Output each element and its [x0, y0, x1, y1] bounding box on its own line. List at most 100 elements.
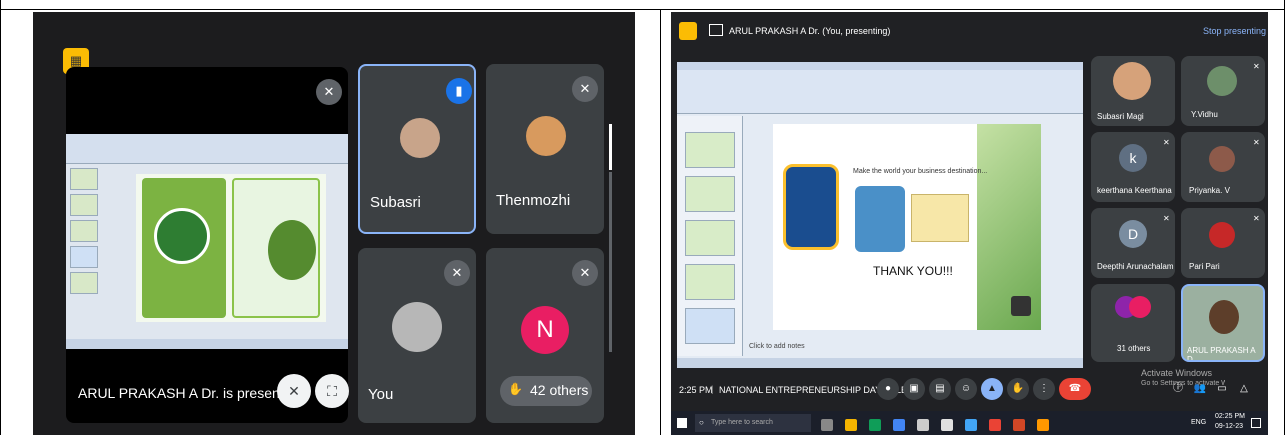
more-options-button[interactable]: ⋮ [1033, 378, 1055, 400]
participant-tile[interactable]: ✕ D Deepthi Arunachalam [1091, 208, 1175, 278]
app-icon[interactable] [965, 419, 977, 431]
raise-hand-button[interactable]: ✋ [1007, 378, 1029, 400]
end-call-button[interactable]: ☎ [1059, 378, 1091, 400]
participant-tile[interactable]: Subasri Magi [1091, 56, 1175, 126]
participant-tile[interactable]: ✕ Priyanka. V [1181, 132, 1265, 202]
app-icon[interactable] [1037, 419, 1049, 431]
participant-name: Pari Pari [1189, 262, 1220, 271]
participant-name: Priyanka. V [1189, 186, 1230, 195]
tray-clock-date: 09-12-23 [1215, 423, 1244, 430]
participant-name: You [368, 386, 394, 403]
table-divider [660, 9, 661, 435]
meeting-separator: | [711, 384, 714, 394]
others-tile[interactable]: ✕ N ✋ 42 others [486, 248, 604, 423]
right-meet-screenshot: ARUL PRAKASH A Dr. (You, presenting) Sto… [671, 12, 1268, 435]
activities-icon[interactable]: △ [1233, 378, 1255, 400]
shared-screen: Make the world your business destination… [677, 62, 1083, 368]
slide-thumb [70, 246, 98, 268]
slide-thumb [685, 176, 735, 212]
participant-photo [1209, 146, 1235, 172]
taskbar-search[interactable]: ○ Type here to search [695, 414, 811, 432]
participant-tile[interactable]: ▮ Subasri [358, 64, 476, 234]
mic-off-icon: ✕ [1253, 214, 1260, 223]
windows-taskbar: ○ Type here to search ENG 02:25 PM 09-12… [671, 411, 1268, 435]
task-view-icon[interactable] [821, 419, 833, 431]
presenting-banner: ARUL PRAKASH A Dr. (You, presenting) [729, 26, 891, 36]
mic-off-icon: ✕ [444, 260, 470, 286]
participant-photo [1207, 66, 1237, 96]
ppt-ribbon [66, 134, 348, 164]
mic-off-icon: ✕ [1253, 62, 1260, 71]
participant-tile-self[interactable]: ARUL PRAKASH A D [1181, 284, 1265, 362]
participant-tile-self[interactable]: ✕ You [358, 248, 476, 423]
chat-icon[interactable]: ▭ [1211, 378, 1233, 400]
participant-photo [1209, 222, 1235, 248]
participant-photo [1209, 300, 1239, 334]
college-logo [783, 164, 839, 250]
emoji-button[interactable]: ☺ [955, 378, 977, 400]
tile-scrollbar-track [609, 172, 612, 352]
slide-thumb [70, 168, 98, 190]
participant-photo [526, 116, 566, 156]
mic-button[interactable]: ● [877, 378, 899, 400]
slide-thumb [685, 132, 735, 168]
slide-thumb [685, 264, 735, 300]
ppt-ribbon [677, 70, 1083, 114]
powerpoint-icon[interactable] [1013, 419, 1025, 431]
slide-thanks: THANK YOU!!! [873, 264, 953, 278]
slide-flyer-left [142, 178, 226, 318]
tile-scrollbar[interactable] [609, 124, 612, 170]
participant-avatar: k [1119, 144, 1147, 172]
mic-off-icon: ✕ [1253, 138, 1260, 147]
notes-pane[interactable]: Click to add notes [749, 343, 805, 350]
notification-icon[interactable] [1251, 418, 1261, 428]
participant-avatar: D [1119, 220, 1147, 248]
slide-footer-logo [1011, 296, 1031, 316]
participant-avatar: N [521, 306, 569, 354]
ppt-statusbar [677, 358, 1083, 368]
participant-tile[interactable]: ✕ Y.Vidhu [1181, 56, 1265, 126]
participant-tile[interactable]: ✕ k keerthana Keerthana [1091, 132, 1175, 202]
slide-quote-box [911, 194, 969, 242]
participant-tile[interactable]: ✕ Thenmozhi [486, 64, 604, 234]
presenter-label: ARUL PRAKASH A Dr. is presenting [78, 385, 303, 401]
camera-button[interactable]: ▣ [903, 378, 925, 400]
edge-icon[interactable] [869, 419, 881, 431]
activate-windows-line1: Activate Windows [1141, 368, 1213, 378]
left-meet-screenshot: ▦ ✕ ARUL PRAKASH A Dr. is presenting ✕ ⛶ [33, 12, 635, 435]
others-count: 31 others [1117, 344, 1151, 353]
slide-thumb [70, 272, 98, 294]
windows-start-icon[interactable] [677, 418, 687, 428]
mic-off-icon: ✕ [572, 260, 598, 286]
chrome-icon[interactable] [989, 419, 1001, 431]
presentation-tile[interactable]: ✕ ARUL PRAKASH A Dr. is presenting [66, 67, 348, 423]
fullscreen-icon[interactable]: ⛶ [315, 374, 349, 408]
others-tile[interactable]: 31 others [1091, 284, 1175, 362]
file-explorer-icon[interactable] [845, 419, 857, 431]
participant-photo [392, 302, 442, 352]
mail-icon[interactable] [917, 419, 929, 431]
participant-name: Y.Vidhu [1191, 110, 1218, 119]
search-icon: ○ [699, 418, 704, 427]
stop-presenting-button[interactable]: Stop presenting [1203, 26, 1266, 36]
info-icon[interactable]: ⓘ [1167, 378, 1189, 400]
hand-icon: ✋ [508, 382, 523, 396]
participant-tile[interactable]: ✕ Pari Pari [1181, 208, 1265, 278]
shared-screen [66, 134, 348, 349]
flyer-photo [268, 220, 316, 280]
store-icon[interactable] [893, 419, 905, 431]
participant-name: Subasri Magi [1097, 112, 1144, 121]
others-chip[interactable]: ✋ 42 others [500, 376, 592, 406]
app-icon[interactable] [941, 419, 953, 431]
mic-off-button[interactable]: ✕ [277, 374, 311, 408]
participant-name: Subasri [370, 194, 421, 211]
captions-button[interactable]: ▤ [929, 378, 951, 400]
participant-name: Thenmozhi [496, 192, 571, 209]
people-icon[interactable]: 👥 [1189, 378, 1211, 400]
slide-globe-image [855, 186, 905, 252]
slide-thumb [70, 220, 98, 242]
slide-heading: Make the world your business destination… [853, 168, 988, 175]
ppt-titlebar [677, 62, 1083, 70]
present-button[interactable]: ▲ [981, 378, 1003, 400]
tray-clock-time: 02:25 PM [1215, 413, 1245, 420]
